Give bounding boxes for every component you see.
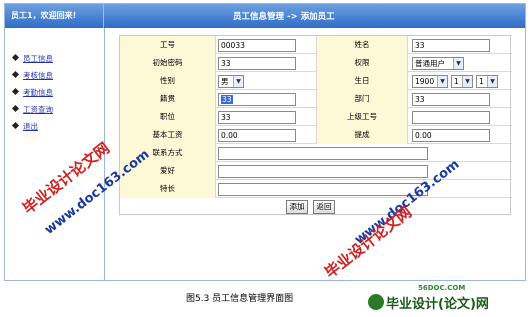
manager-id-input[interactable]	[412, 111, 490, 124]
figure-caption: 图5.3 员工信息管理界面图	[186, 294, 294, 304]
birth-day-select[interactable]: 1 ▼	[476, 75, 498, 88]
chevron-down-icon: ▼	[487, 76, 497, 87]
bonus-label: 提成	[316, 126, 408, 144]
chevron-down-icon: ▼	[437, 76, 447, 87]
chevron-down-icon: ▼	[453, 58, 463, 69]
sidebar-item-logout[interactable]: 退出	[11, 121, 38, 132]
skill-label: 特长	[120, 180, 216, 198]
selected-text: 33	[221, 95, 233, 104]
form-row: 性别 男 ▼ 生日 1900 ▼ 1 ▼ 1 ▼	[120, 72, 512, 90]
welcome-text: 员工1，欢迎回来!	[11, 11, 77, 20]
birth-month-select[interactable]: 1 ▼	[451, 75, 473, 88]
site-logo: 56DOC.COM 毕业设计(论文)网	[368, 284, 528, 314]
name-input[interactable]: 33	[412, 39, 490, 52]
add-button[interactable]: 添加	[286, 200, 308, 214]
add-employee-form: 工号 00033 姓名 33 初始密码 33 权限 普通用户 ▼ 性别 男 ▼ …	[119, 35, 512, 215]
logo-big-text: 毕业设计(论文)网	[386, 297, 489, 312]
back-button[interactable]: 返回	[313, 200, 335, 214]
chevron-down-icon: ▼	[462, 76, 472, 87]
base-salary-input[interactable]: 0.00	[218, 129, 296, 142]
sidebar-item-attendance[interactable]: 考勤信息	[11, 87, 53, 98]
contact-input[interactable]	[218, 147, 428, 160]
skill-input[interactable]	[218, 183, 428, 196]
app-window: 员工1，欢迎回来! 员工信息管理 -> 添加员工 员工信息 考核信息 考勤信息 …	[4, 3, 526, 281]
logo-small-text: 56DOC.COM	[418, 284, 466, 292]
name-label: 姓名	[316, 36, 408, 54]
diamond-bullet-icon	[11, 104, 20, 113]
diamond-bullet-icon	[11, 87, 20, 96]
gender-select[interactable]: 男 ▼	[218, 75, 244, 88]
emp-id-input[interactable]: 00033	[218, 39, 296, 52]
form-row: 基本工资 0.00 提成 0.00	[120, 126, 512, 144]
form-row: 籍贯 33 部门 33	[120, 90, 512, 108]
role-select[interactable]: 普通用户 ▼	[412, 57, 464, 70]
dept-input[interactable]: 33	[412, 93, 490, 106]
password-input[interactable]: 33	[218, 57, 296, 70]
logo-mark-icon	[368, 294, 384, 310]
diamond-bullet-icon	[11, 121, 20, 130]
position-input[interactable]: 33	[218, 111, 296, 124]
bonus-input[interactable]: 0.00	[412, 129, 490, 142]
header-divider	[103, 4, 104, 28]
birthday-label: 生日	[316, 72, 408, 90]
diamond-bullet-icon	[11, 53, 20, 62]
birth-year-value: 1900	[415, 77, 435, 86]
hobby-input[interactable]	[218, 165, 428, 178]
native-place-label: 籍贯	[120, 90, 216, 108]
sidebar-item-salary[interactable]: 工资查询	[11, 104, 53, 115]
form-row: 特长	[120, 180, 512, 198]
page-title: 员工信息管理 -> 添加员工	[233, 12, 335, 22]
birth-day-value: 1	[479, 77, 484, 86]
role-label: 权限	[316, 54, 408, 72]
manager-id-label: 上级工号	[316, 108, 408, 126]
header-bar: 员工1，欢迎回来! 员工信息管理 -> 添加员工	[5, 4, 525, 28]
form-row: 工号 00033 姓名 33	[120, 36, 512, 54]
password-label: 初始密码	[120, 54, 216, 72]
diamond-bullet-icon	[11, 70, 20, 79]
role-select-value: 普通用户	[415, 59, 445, 68]
sidebar-item-employee-info[interactable]: 员工信息	[11, 53, 53, 64]
emp-id-label: 工号	[120, 36, 216, 54]
base-salary-label: 基本工资	[120, 126, 216, 144]
dept-label: 部门	[316, 90, 408, 108]
birth-year-select[interactable]: 1900 ▼	[412, 75, 448, 88]
position-label: 职位	[120, 108, 216, 126]
form-row: 初始密码 33 权限 普通用户 ▼	[120, 54, 512, 72]
form-row: 职位 33 上级工号	[120, 108, 512, 126]
chevron-down-icon: ▼	[233, 76, 243, 87]
gender-label: 性别	[120, 72, 216, 90]
gender-select-value: 男	[221, 77, 229, 86]
native-place-input[interactable]: 33	[218, 93, 296, 106]
sidebar-item-assessment[interactable]: 考核信息	[11, 70, 53, 81]
birth-month-value: 1	[454, 77, 459, 86]
